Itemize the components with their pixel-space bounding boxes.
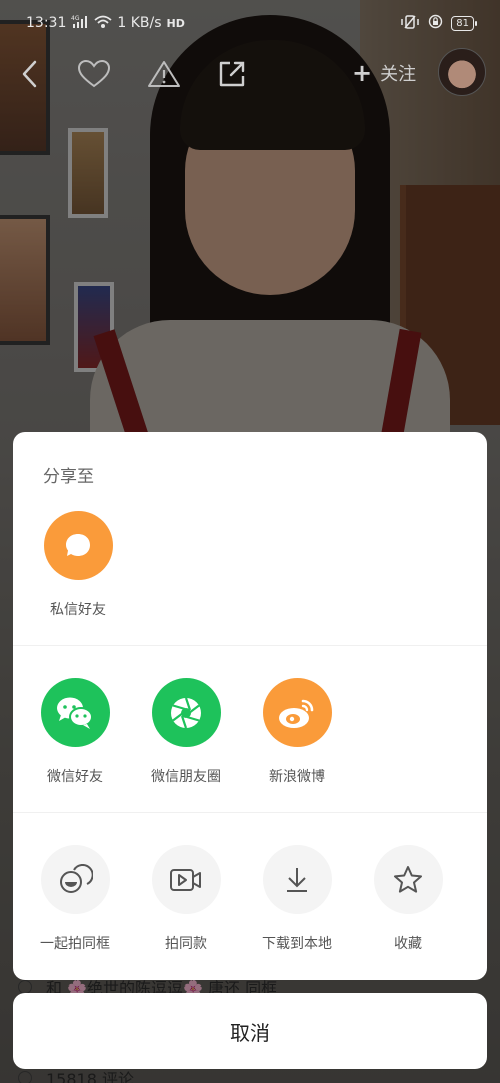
network-speed: 1 KB/s [117, 15, 162, 31]
chevron-left-icon [22, 60, 37, 88]
hd-voice-icon: HD [166, 16, 185, 30]
report-button[interactable] [146, 56, 182, 92]
heart-icon [77, 59, 111, 88]
wechat-icon [40, 678, 110, 747]
section-divider [13, 645, 487, 646]
rotation-lock-icon [428, 14, 443, 32]
share-sheet-title: 分享至 [43, 467, 94, 487]
share-weibo[interactable]: 新浪微博 [247, 678, 347, 786]
svg-text:4G: 4G [71, 15, 80, 22]
author-avatar[interactable] [438, 48, 486, 96]
share-wechat-friends[interactable]: 微信好友 [25, 678, 125, 786]
action-label: 拍同款 [165, 936, 207, 952]
moments-icon [151, 678, 221, 747]
status-bar: 13:31 4G 1 KB/s HD 81 [0, 0, 500, 46]
share-label: 新浪微博 [269, 769, 325, 785]
action-favorite[interactable]: 收藏 [358, 845, 458, 953]
chat-bubble-icon [43, 511, 113, 580]
cellular-signal-icon: 4G [71, 15, 89, 32]
cancel-button[interactable]: 取消 [13, 993, 487, 1069]
action-duet[interactable]: 一起拍同框 [25, 845, 125, 953]
action-label: 下载到本地 [262, 936, 332, 952]
share-label: 微信朋友圈 [151, 769, 221, 785]
duet-icon [40, 845, 110, 914]
action-same-style[interactable]: 拍同款 [136, 845, 236, 953]
action-label: 收藏 [394, 936, 422, 952]
battery-indicator: 81 [451, 15, 477, 31]
like-button[interactable] [76, 56, 112, 92]
share-button[interactable] [214, 56, 250, 92]
section-divider [13, 812, 487, 813]
share-label: 微信好友 [47, 769, 103, 785]
plus-icon: + [352, 59, 373, 87]
external-share-icon [219, 61, 245, 87]
download-icon [262, 845, 332, 914]
wifi-icon [94, 15, 112, 32]
clock: 13:31 [26, 15, 67, 31]
action-download[interactable]: 下载到本地 [247, 845, 347, 953]
warning-icon [148, 61, 180, 87]
follow-label: 关注 [380, 64, 417, 85]
video-camera-icon [151, 845, 221, 914]
star-icon [373, 845, 443, 914]
video-toolbar: + 关注 [0, 48, 500, 100]
follow-button[interactable]: + 关注 [352, 60, 416, 86]
share-wechat-moments[interactable]: 微信朋友圈 [136, 678, 236, 786]
action-label: 一起拍同框 [40, 936, 110, 952]
share-label: 私信好友 [50, 602, 106, 618]
back-button[interactable] [12, 56, 48, 92]
share-sheet: 分享至 私信好友 微信好友 微信朋友圈 新浪微博 一起拍同框 拍同款 下载到本地… [13, 432, 487, 980]
vibrate-mute-icon [400, 14, 420, 32]
weibo-icon [262, 678, 332, 747]
share-private-message[interactable]: 私信好友 [28, 511, 128, 619]
